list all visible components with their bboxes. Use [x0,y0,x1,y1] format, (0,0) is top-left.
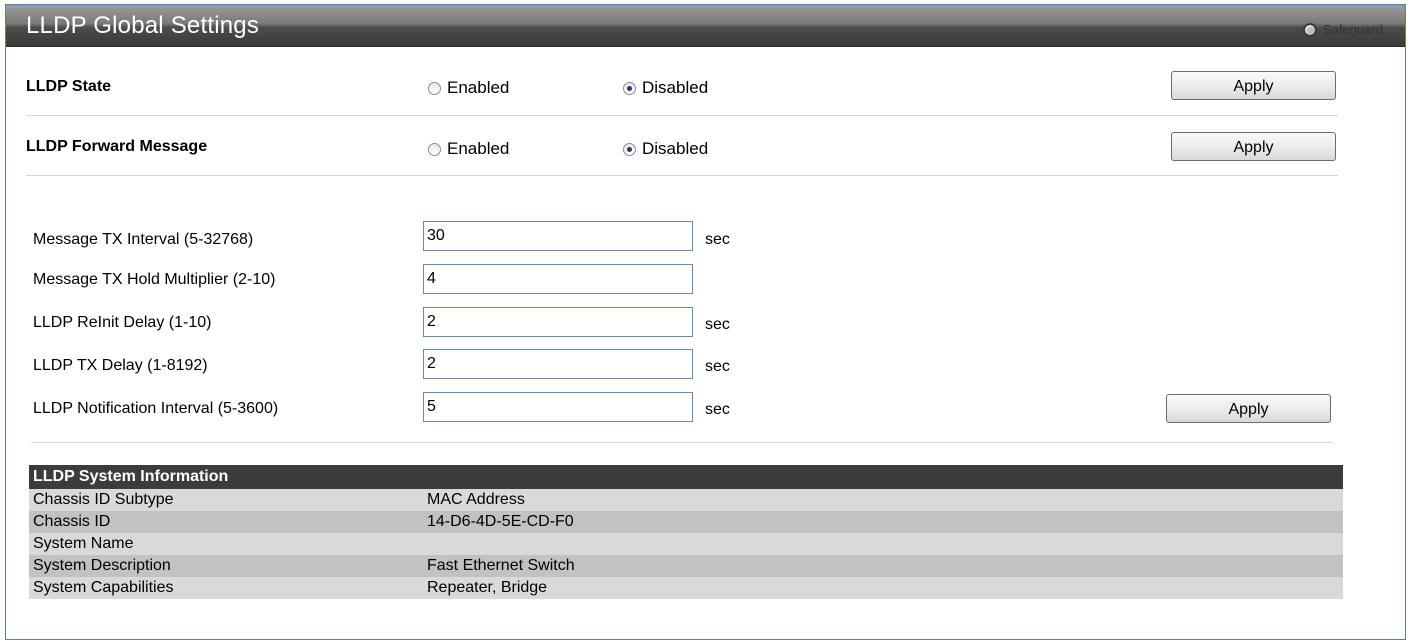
notification-interval-input[interactable] [423,392,693,422]
safeguard-icon [1303,22,1317,37]
table-row: System Description Fast Ethernet Switch [29,555,1343,577]
system-info-header: LLDP System Information [29,465,1343,489]
tx-interval-input[interactable] [423,221,693,251]
tx-hold-label: Message TX Hold Multiplier (2-10) [33,271,276,288]
row-value: Repeater, Bridge [423,577,1343,599]
safeguard-label: Safeguard [1323,22,1383,37]
table-row: System Capabilities Repeater, Bridge [29,577,1343,599]
tx-delay-label: LLDP TX Delay (1-8192) [33,357,208,374]
reinit-delay-label: LLDP ReInit Delay (1-10) [33,314,212,331]
lldp-forward-enabled-radio[interactable]: Enabled [428,139,509,159]
reinit-delay-unit: sec [705,316,730,333]
radio-label: Enabled [447,139,510,158]
settings-panel: LLDP Global Settings Safeguard LLDP Stat… [5,4,1406,640]
title-bar: LLDP Global Settings Safeguard [6,5,1405,47]
radio-label: Disabled [642,139,709,158]
lldp-forward-label: LLDP Forward Message [26,138,208,155]
tx-hold-input[interactable] [423,264,693,294]
radio-icon [428,142,441,156]
lldp-forward-disabled-radio[interactable]: Disabled [623,139,708,159]
lldp-state-enabled-radio[interactable]: Enabled [428,78,509,98]
lldp-forward-apply-button[interactable]: Apply [1171,132,1336,161]
safeguard-indicator[interactable]: Safeguard [1303,22,1383,37]
tx-interval-label: Message TX Interval (5-32768) [33,231,254,248]
row-name: System Name [29,533,423,555]
row-name: Chassis ID [29,511,423,533]
row-name: Chassis ID Subtype [29,489,423,511]
reinit-delay-input[interactable] [423,307,693,337]
row-name: System Capabilities [29,577,423,599]
radio-label: Enabled [447,78,510,97]
system-info-table: LLDP System Information Chassis ID Subty… [29,465,1343,599]
row-value: Fast Ethernet Switch [423,555,1343,577]
notification-interval-label: LLDP Notification Interval (5-3600) [33,400,279,417]
lldp-state-label: LLDP State [26,78,112,95]
table-row: Chassis ID 14-D6-4D-5E-CD-F0 [29,511,1343,533]
row-value: 14-D6-4D-5E-CD-F0 [423,511,1343,533]
timers-apply-button[interactable]: Apply [1166,394,1331,423]
lldp-state-disabled-radio[interactable]: Disabled [623,78,708,98]
row-value [423,533,1343,555]
radio-selected-icon [623,142,636,156]
tx-delay-input[interactable] [423,349,693,379]
page-title: LLDP Global Settings [26,12,260,39]
table-row: System Name [29,533,1343,555]
radio-selected-icon [623,81,636,95]
tx-delay-unit: sec [705,358,730,375]
row-value: MAC Address [423,489,1343,511]
radio-label: Disabled [642,78,709,97]
notification-interval-unit: sec [705,401,730,418]
divider [26,175,1338,176]
row-name: System Description [29,555,423,577]
radio-icon [428,81,441,95]
tx-interval-unit: sec [705,231,730,248]
table-row: Chassis ID Subtype MAC Address [29,489,1343,511]
divider [26,115,1338,116]
lldp-state-apply-button[interactable]: Apply [1171,71,1336,100]
divider [31,442,1333,443]
